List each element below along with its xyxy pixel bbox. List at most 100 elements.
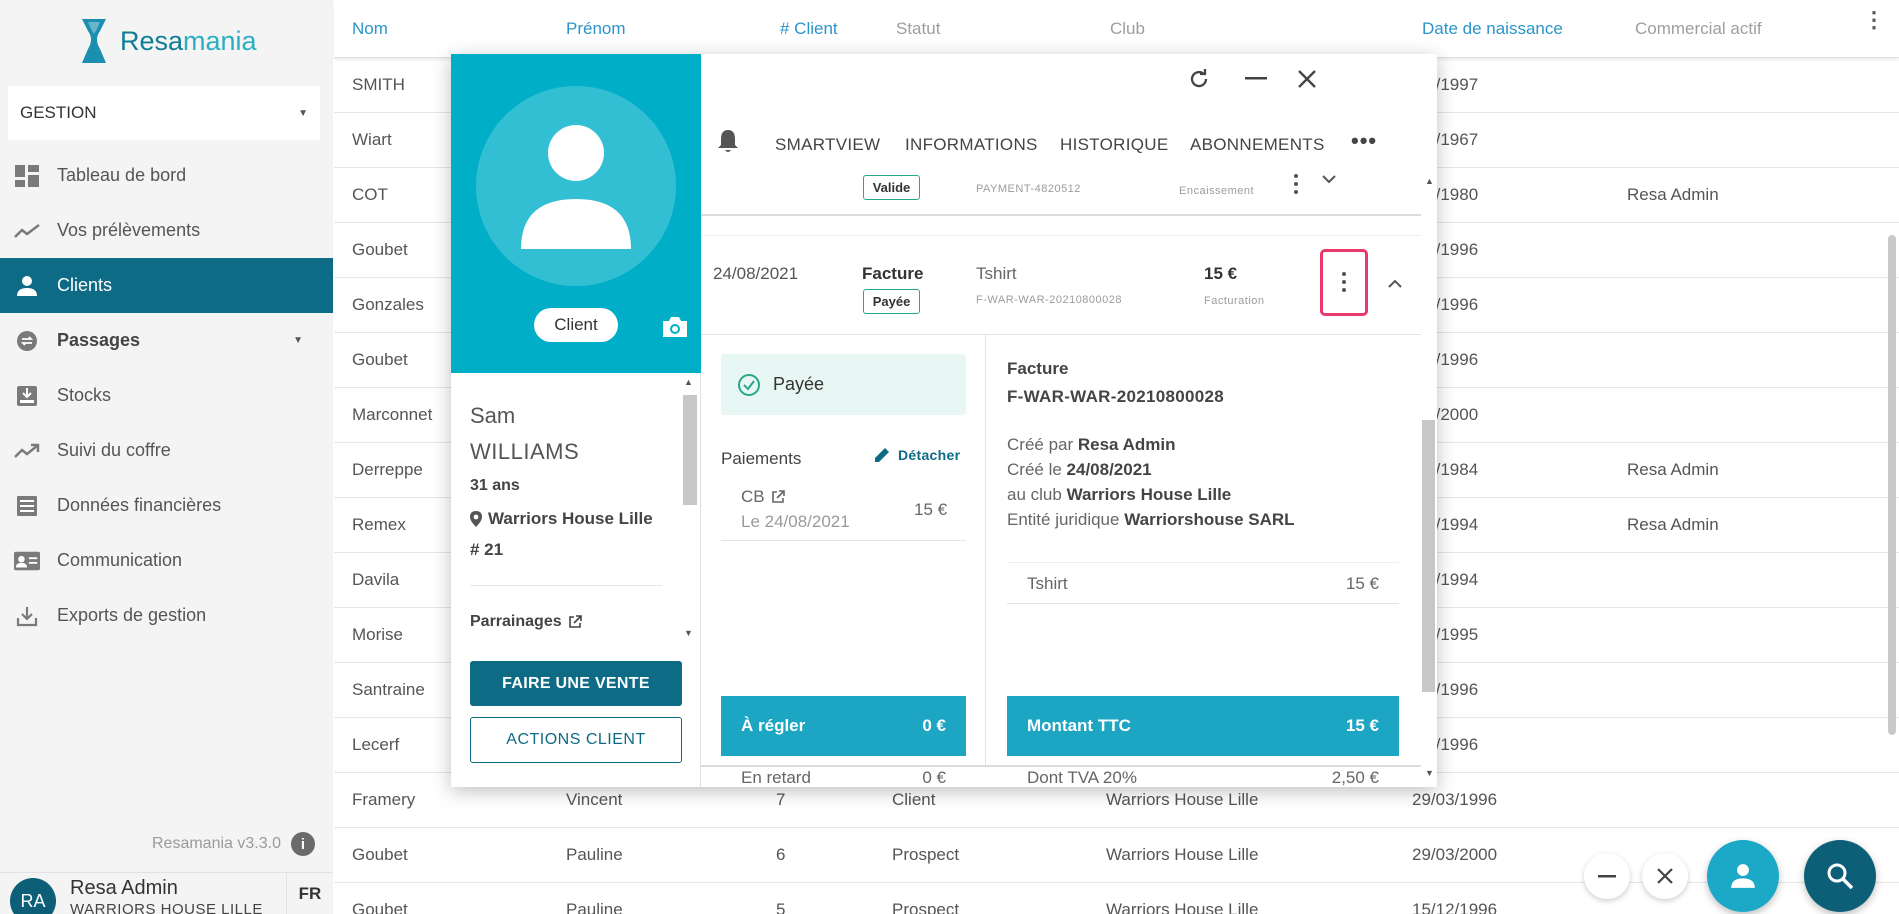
info-icon[interactable]: i xyxy=(290,832,315,856)
user-box[interactable]: RA Resa Admin WARRIORS HOUSE LILLE FR xyxy=(0,872,333,914)
created-club: au club Warriors House Lille xyxy=(1007,485,1232,504)
cell-nom: COT xyxy=(352,185,388,204)
more-tabs-icon[interactable]: ••• xyxy=(1351,128,1377,154)
en-retard-label: En retard xyxy=(741,768,811,787)
sidebar-item-suivi-du-coffre[interactable]: Suivi du coffre xyxy=(0,423,333,478)
version-text: Resamania v3.3.0 xyxy=(152,835,281,852)
contact-card-icon xyxy=(14,549,40,573)
cell-num: 6 xyxy=(776,845,786,864)
camera-icon[interactable] xyxy=(661,315,689,339)
panel-scrollbar[interactable] xyxy=(1422,420,1435,692)
page-scrollbar[interactable] xyxy=(1888,235,1896,735)
sidebar-item-tableau-de-bord[interactable]: Tableau de bord xyxy=(0,148,333,203)
profile-scrollbar[interactable] xyxy=(683,395,697,505)
document-reference: F-WAR-WAR-20210800028 xyxy=(1007,387,1224,406)
chevron-down-icon[interactable] xyxy=(1322,174,1336,184)
sidebar-item-label: Stocks xyxy=(57,385,112,405)
inbox-icon xyxy=(14,384,40,408)
sidebar-item-label: Vos prélèvements xyxy=(57,220,201,240)
close-all-button[interactable] xyxy=(1642,853,1688,899)
cell-nom: Wiart xyxy=(352,130,392,149)
cell-naissance: 29/03/1996 xyxy=(1412,790,1498,809)
product-row: Tshirt 15 € xyxy=(1007,562,1399,604)
sidebar-item-stocks[interactable]: Stocks xyxy=(0,368,333,423)
invoice-menu-icon[interactable] xyxy=(1342,272,1346,296)
cell-statut: Prospect xyxy=(892,845,960,864)
cell-naissance: 29/03/2000 xyxy=(1412,845,1498,864)
parrainages-link[interactable]: Parrainages xyxy=(470,613,582,631)
cell-nom: Remex xyxy=(352,515,406,534)
invoice-amount: 15 € xyxy=(1204,264,1238,283)
external-link-icon xyxy=(771,490,785,503)
scroll-up-arrow[interactable]: ▲ xyxy=(684,377,693,387)
location-pin-icon xyxy=(470,511,482,527)
tva-value: 2,50 € xyxy=(1331,768,1379,787)
sidebar-item-communication[interactable]: Communication xyxy=(0,533,333,588)
minimize-icon[interactable] xyxy=(1241,64,1271,94)
sidebar-item-label: Clients xyxy=(57,275,113,295)
invoice-row[interactable]: 24/08/2021 Facture Payée Tshirt F-WAR-WA… xyxy=(701,235,1421,335)
trend-icon xyxy=(14,219,40,243)
payment-row[interactable]: Valide PAYMENT-4820512 Encaissement xyxy=(701,172,1421,216)
columns-menu-icon[interactable]: ⋮ xyxy=(1863,9,1885,31)
faire-une-vente-button[interactable]: FAIRE UNE VENTE xyxy=(470,661,682,706)
user-name: Resa Admin xyxy=(70,877,178,899)
cell-nom: Marconnet xyxy=(352,405,433,424)
cell-naissance: 15/12/1996 xyxy=(1412,900,1498,914)
payment-method[interactable]: CB xyxy=(741,487,785,507)
cell-commercial: Resa Admin xyxy=(1627,185,1719,204)
app-logo[interactable]: Resamania xyxy=(80,17,257,65)
sidebar-item-exports-de-gestion[interactable]: Exports de gestion xyxy=(0,588,333,643)
client-club: Warriors House Lille xyxy=(470,509,653,529)
sidebar-item-passages[interactable]: Passages ▼ xyxy=(0,313,333,368)
cell-nom: Morise xyxy=(352,625,404,644)
refresh-icon[interactable] xyxy=(1184,64,1214,94)
user-silhouette-icon xyxy=(521,125,631,249)
sidebar-item-clients[interactable]: Clients xyxy=(0,258,333,313)
user-fab-button[interactable] xyxy=(1707,840,1779,912)
invoice-reference: F-WAR-WAR-20210800028 xyxy=(976,294,1123,306)
sidebar-item-donnees-financieres[interactable]: Données financières xyxy=(0,478,333,533)
column-header-statut: Statut xyxy=(896,19,941,38)
legal-entity: Entité juridique Warriorshouse SARL xyxy=(1007,510,1295,529)
divider xyxy=(701,765,1421,767)
created-by: Créé par Resa Admin xyxy=(1007,435,1176,454)
caret-down-icon: ▼ xyxy=(298,107,308,119)
cell-prenom: Pauline xyxy=(566,900,623,914)
scroll-up-arrow[interactable]: ▲ xyxy=(1425,176,1434,186)
sidebar-item-label: Données financières xyxy=(57,495,222,515)
detacher-button[interactable]: Détacher xyxy=(874,447,960,463)
scroll-down-arrow[interactable]: ▼ xyxy=(684,628,693,638)
minimize-all-button[interactable] xyxy=(1584,853,1630,899)
column-header-date-naissance[interactable]: Date de naissance xyxy=(1422,19,1563,39)
check-circle-icon xyxy=(738,373,760,396)
column-header-prenom[interactable]: Prénom xyxy=(566,19,626,39)
invoice-category: Facturation xyxy=(1204,295,1265,307)
close-icon[interactable] xyxy=(1292,64,1322,94)
bell-icon[interactable] xyxy=(717,128,739,159)
a-regler-value: 0 € xyxy=(922,716,946,735)
column-header-client-number[interactable]: # Client xyxy=(780,19,838,39)
profile-photo[interactable] xyxy=(476,86,676,286)
row-menu-icon[interactable] xyxy=(1294,174,1298,198)
chevron-up-icon[interactable] xyxy=(1388,279,1402,289)
scroll-down-arrow[interactable]: ▼ xyxy=(1425,768,1434,778)
search-fab-button[interactable] xyxy=(1804,840,1876,912)
tab-abonnements[interactable]: ABONNEMENTS xyxy=(1190,135,1325,155)
language-switch[interactable]: FR xyxy=(286,873,333,914)
column-header-nom[interactable]: Nom xyxy=(352,19,388,39)
section-select[interactable]: GESTION ▼ xyxy=(8,86,320,140)
client-number: # 21 xyxy=(470,540,504,559)
sidebar-item-vos-prelevements[interactable]: Vos prélèvements xyxy=(0,203,333,258)
payment-method-label: CB xyxy=(741,487,765,506)
profile-info: Sam WILLIAMS 31 ans Warriors House Lille… xyxy=(451,373,701,787)
tab-smartview[interactable]: SMARTVIEW xyxy=(775,135,880,155)
tab-historique[interactable]: HISTORIQUE xyxy=(1060,135,1168,155)
sidebar-item-label: Passages xyxy=(57,330,141,350)
created-on: Créé le 24/08/2021 xyxy=(1007,460,1152,479)
tab-informations[interactable]: INFORMATIONS xyxy=(905,135,1038,155)
actions-client-button[interactable]: ACTIONS CLIENT xyxy=(470,717,682,763)
invoice-detail-right: Facture F-WAR-WAR-20210800028 Créé par R… xyxy=(987,335,1417,787)
client-first-name: Sam xyxy=(470,403,516,428)
parrainages-label: Parrainages xyxy=(470,613,562,630)
